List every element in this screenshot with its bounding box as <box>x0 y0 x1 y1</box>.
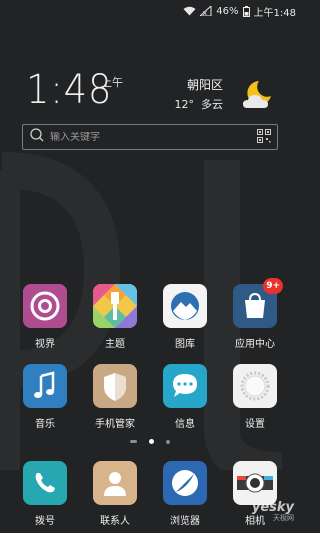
weather-temp-line: 12° 多云 <box>175 96 224 112</box>
battery-icon <box>242 5 250 17</box>
gallery-app-icon <box>163 284 207 328</box>
phone-icon <box>23 461 67 505</box>
app-label: 主题 <box>105 339 125 350</box>
app-label: 信息 <box>175 419 195 430</box>
status-bar: 46% 上午1:48 <box>0 0 300 22</box>
search-bar[interactable] <box>22 124 278 150</box>
page-dot-3[interactable] <box>166 439 170 444</box>
app-label: 手机管家 <box>95 419 135 430</box>
app-label: 图库 <box>175 339 195 350</box>
wifi-icon <box>183 6 196 16</box>
app-label: 浏览器 <box>170 516 200 527</box>
clock-widget[interactable]: 1:48 上午 <box>26 67 123 113</box>
browser-icon <box>163 461 207 505</box>
message-icon <box>163 364 207 408</box>
search-input[interactable] <box>50 131 257 143</box>
app-phone-manager[interactable]: 手机管家 <box>80 364 150 430</box>
app-label: 设置 <box>245 419 265 430</box>
shield-icon <box>93 364 137 408</box>
weather-temp: 12° <box>174 98 195 111</box>
app-label: 音乐 <box>35 419 55 430</box>
app-dialer[interactable]: 拨号 <box>10 461 80 527</box>
page-dot-1[interactable] <box>130 440 137 443</box>
clock-ampm: 上午 <box>101 76 123 89</box>
page-dot-2[interactable] <box>149 439 154 444</box>
search-icon <box>29 127 45 147</box>
weather-city: 朝阳区 <box>186 78 223 92</box>
signal-icon <box>200 6 212 16</box>
app-themes[interactable]: 主题 <box>80 284 150 350</box>
app-store[interactable]: 9+ 应用中心 <box>220 278 290 350</box>
app-store-icon: 9+ <box>233 278 283 328</box>
clock-time: 1:48 <box>26 67 113 113</box>
app-settings[interactable]: 设置 <box>220 364 290 430</box>
app-label: 拨号 <box>35 516 55 527</box>
battery-percent: 46% <box>216 5 239 17</box>
app-messages[interactable]: 信息 <box>150 364 220 430</box>
app-contacts[interactable]: 联系人 <box>80 461 150 527</box>
watermark: yesky 天极网 <box>252 500 294 523</box>
app-music[interactable]: 音乐 <box>10 364 80 430</box>
app-video[interactable]: 视界 <box>10 284 80 350</box>
app-label: 联系人 <box>100 516 130 527</box>
moon-cloud-icon <box>237 78 277 116</box>
contact-icon <box>93 461 137 505</box>
app-label: 应用中心 <box>235 339 275 350</box>
app-gallery[interactable]: 图库 <box>150 284 220 350</box>
weather-condition: 多云 <box>201 98 223 111</box>
themes-app-icon <box>93 284 137 328</box>
status-time: 上午1:48 <box>253 7 296 19</box>
weather-widget[interactable]: 朝阳区 12° 多云 <box>157 76 277 116</box>
gear-icon <box>233 364 277 408</box>
qr-scan-icon[interactable] <box>257 128 271 147</box>
app-browser[interactable]: 浏览器 <box>150 461 220 527</box>
page-indicator[interactable] <box>0 439 300 444</box>
notification-badge: 9+ <box>263 278 283 294</box>
music-app-icon <box>23 364 67 408</box>
camera-icon <box>233 461 277 505</box>
video-app-icon <box>23 284 67 328</box>
app-label: 视界 <box>35 339 55 350</box>
